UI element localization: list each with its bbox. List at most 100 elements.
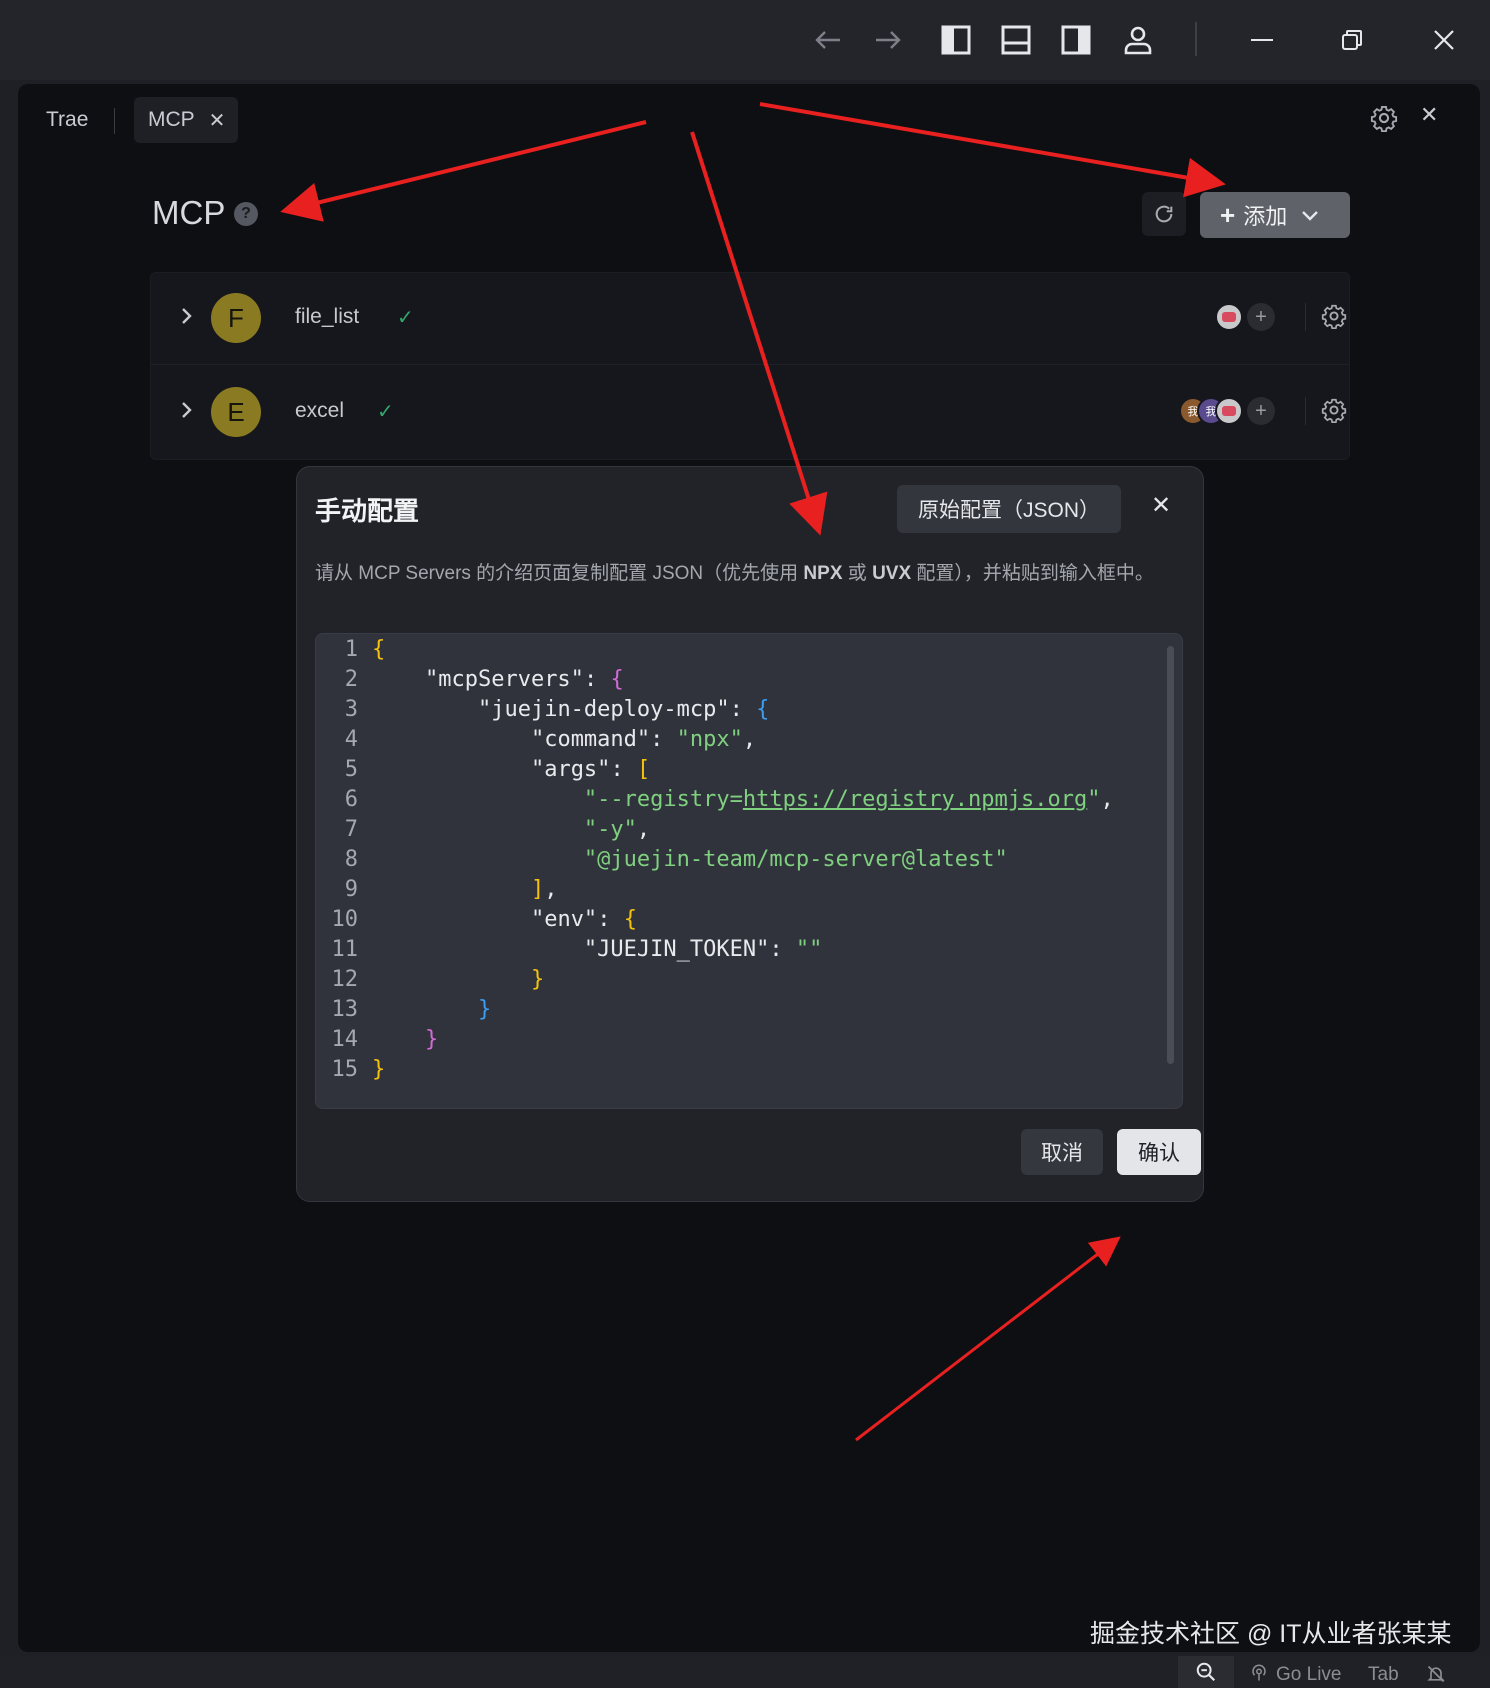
refresh-icon — [1155, 205, 1173, 223]
json-string: "" — [795, 937, 823, 962]
tab-trae[interactable]: Trae — [46, 97, 88, 143]
zoom-out-icon[interactable] — [1178, 1656, 1234, 1688]
add-agent-button[interactable]: + — [1247, 397, 1275, 425]
code-line: 11 "JUEJIN_TOKEN": "" — [316, 934, 1182, 966]
line-number: 7 — [344, 817, 358, 842]
manual-config-dialog: 手动配置 原始配置（JSON） ✕ 请从 MCP Servers 的介绍页面复制… — [296, 466, 1204, 1202]
chevron-right-icon[interactable] — [181, 401, 193, 424]
dialog-description: 请从 MCP Servers 的介绍页面复制配置 JSON（优先使用 NPX 或… — [315, 559, 1175, 589]
panel-close-icon[interactable]: ✕ — [1420, 102, 1438, 128]
editor-scrollbar[interactable] — [1167, 646, 1174, 1064]
code-line: 13 } — [316, 994, 1182, 1026]
watermark: 掘金技术社区 @ IT从业者张某某 — [1090, 1620, 1452, 1648]
help-icon[interactable]: ? — [234, 202, 258, 226]
desc-npx: NPX — [803, 563, 843, 584]
agent-avatar-icon — [1215, 397, 1243, 425]
account-icon[interactable] — [1120, 22, 1156, 58]
code-line: 8 "@juejin-team/mcp-server@latest" — [316, 844, 1182, 876]
tab-bar: Trae MCP ✕ ✕ — [18, 84, 1480, 154]
tab-mcp[interactable]: MCP ✕ — [134, 97, 238, 143]
server-settings-gear-icon[interactable] — [1321, 397, 1347, 428]
tab-close-icon[interactable]: ✕ — [209, 108, 226, 133]
dialog-close-icon[interactable]: ✕ — [1151, 491, 1171, 520]
titlebar-divider — [1195, 22, 1197, 56]
desc-text: 或 — [842, 563, 873, 584]
line-number: 5 — [344, 757, 358, 782]
chevron-right-icon[interactable] — [181, 307, 193, 330]
check-icon: ✓ — [397, 307, 414, 329]
server-settings-gear-icon[interactable] — [1321, 303, 1347, 334]
cancel-button[interactable]: 取消 — [1021, 1129, 1103, 1175]
broadcast-icon — [1250, 1664, 1268, 1688]
json-string: "npx" — [676, 727, 743, 752]
line-number: 6 — [344, 787, 358, 812]
server-row[interactable]: F file_list ✓ + — [151, 273, 1349, 365]
line-number: 12 — [331, 967, 359, 992]
server-avatar: E — [211, 387, 261, 437]
chevron-down-icon — [1301, 202, 1319, 228]
line-number: 13 — [331, 997, 359, 1022]
line-number: 3 — [344, 697, 358, 722]
json-key: "args" — [530, 757, 611, 782]
tab-indicator[interactable]: Tab — [1368, 1664, 1399, 1686]
agent-avatar-icon — [1215, 303, 1243, 331]
back-arrow-icon[interactable] — [810, 22, 846, 58]
forward-arrow-icon[interactable] — [870, 22, 906, 58]
toggle-left-panel-icon[interactable] — [938, 22, 974, 58]
server-name: file_list — [295, 305, 360, 328]
desc-uvx: UVX — [872, 563, 912, 584]
line-number: 8 — [344, 847, 358, 872]
server-row[interactable]: E excel ✓ 我 我 + — [151, 367, 1349, 459]
row-divider — [1305, 397, 1306, 425]
line-number: 1 — [344, 637, 358, 662]
server-list: F file_list ✓ + E excel ✓ 我 我 + — [150, 272, 1350, 460]
page-title: MCP — [152, 194, 226, 231]
toggle-bottom-panel-icon[interactable] — [998, 22, 1034, 58]
code-line: 7 "-y", — [316, 814, 1182, 846]
json-string: "--registry= — [583, 787, 743, 812]
json-url-link[interactable]: https://registry.npmjs.org — [743, 787, 1087, 812]
notifications-off-icon[interactable] — [1426, 1664, 1446, 1688]
code-line: 9 ], — [316, 874, 1182, 906]
json-string: "-y" — [583, 817, 637, 842]
desc-text: 请从 MCP Servers 的介绍页面复制配置 JSON（优先使用 — [315, 563, 804, 584]
line-number: 2 — [344, 667, 358, 692]
status-bar: Go Live Tab — [0, 1656, 1490, 1688]
json-string: " — [1087, 787, 1101, 812]
code-line: 4 "command": "npx", — [316, 724, 1182, 756]
json-key: "command" — [530, 727, 651, 752]
confirm-button[interactable]: 确认 — [1117, 1129, 1201, 1175]
restore-icon[interactable] — [1334, 22, 1370, 58]
code-line: 10 "env": { — [316, 904, 1182, 936]
raw-config-json-button[interactable]: 原始配置（JSON） — [897, 485, 1121, 533]
code-line: 1{ — [316, 634, 1182, 666]
server-avatar: F — [211, 293, 261, 343]
close-icon[interactable] — [1426, 22, 1462, 58]
code-line: 15} — [316, 1054, 1182, 1086]
code-line: 14 } — [316, 1024, 1182, 1056]
add-server-button[interactable]: + 添加 — [1200, 192, 1350, 238]
go-live-button[interactable]: Go Live — [1276, 1664, 1341, 1686]
code-line: 2 "mcpServers": { — [316, 664, 1182, 696]
code-line: 12 } — [316, 964, 1182, 996]
code-line: 6 "--registry=https://registry.npmjs.org… — [316, 784, 1182, 816]
code-line: 5 "args": [ — [316, 754, 1182, 786]
desc-text: 配置），并粘贴到输入框中。 — [911, 563, 1154, 584]
tab-label: MCP — [148, 108, 195, 131]
settings-gear-icon[interactable] — [1370, 104, 1398, 137]
add-agent-button[interactable]: + — [1247, 303, 1275, 331]
refresh-button[interactable] — [1142, 192, 1186, 236]
line-number: 4 — [344, 727, 358, 752]
json-key: "mcpServers" — [424, 667, 584, 692]
add-button-label: 添加 — [1243, 204, 1288, 229]
line-number: 14 — [331, 1027, 359, 1052]
tab-divider — [114, 108, 115, 134]
json-editor[interactable]: 1{ 2 "mcpServers": { 3 "juejin-deploy-mc… — [315, 633, 1183, 1109]
server-name: excel — [295, 399, 345, 422]
code-line: 3 "juejin-deploy-mcp": { — [316, 694, 1182, 726]
line-number: 15 — [331, 1057, 359, 1082]
line-number: 10 — [331, 907, 359, 932]
json-key: "env" — [530, 907, 598, 932]
toggle-right-panel-icon[interactable] — [1058, 22, 1094, 58]
minimize-icon[interactable] — [1244, 22, 1280, 58]
